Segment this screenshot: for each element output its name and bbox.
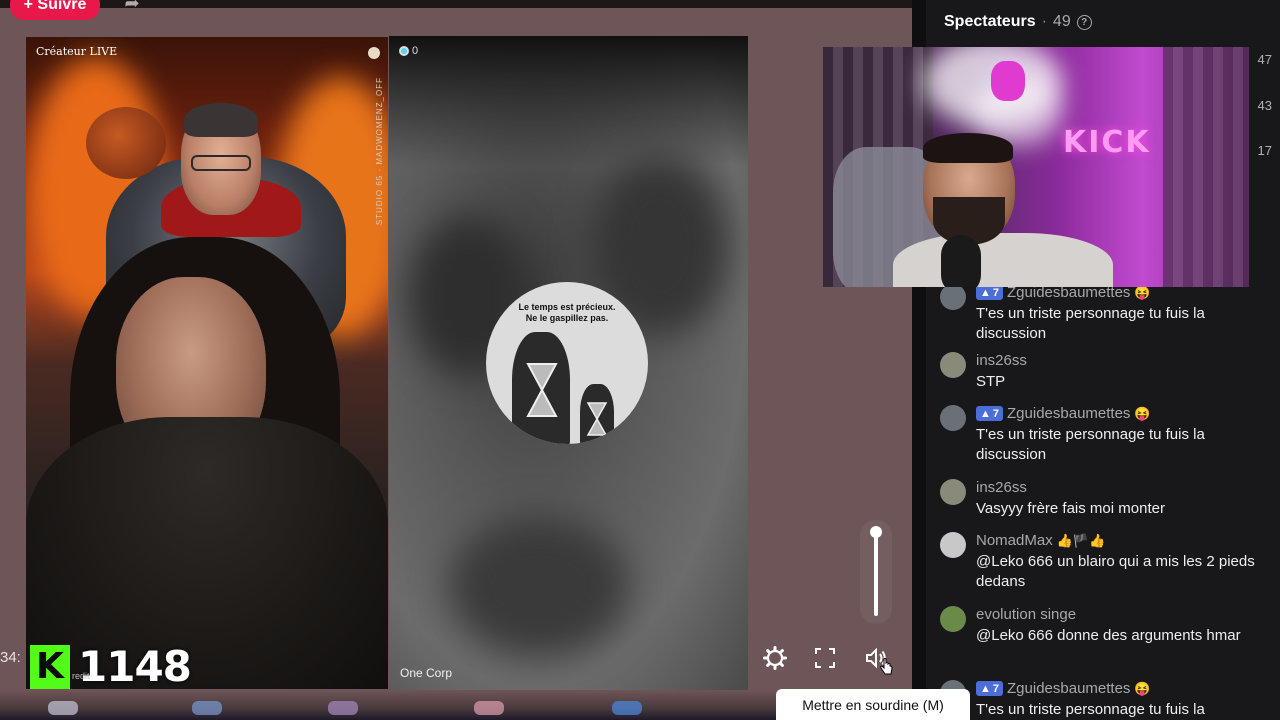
strip-thumbnail[interactable] [48,701,78,715]
side-number: 43 [1257,98,1272,113]
neon-figure [991,61,1025,101]
volume-slider[interactable] [860,520,892,624]
viewer-indicator: 0 [399,45,418,57]
chat-username[interactable]: ▲ 7 Zguidesbaumettes 😝 [976,680,1151,697]
help-icon[interactable]: ? [1076,14,1092,30]
spectators-title: Spectateurs [944,13,1036,30]
kick-caption: redit [72,671,90,681]
avatar-caption-line1: Le temps est précieux. [518,302,616,312]
blur-shape [449,516,629,656]
studio-watermark: STUDIO 65 · MADWOMENZ_OFF [375,77,384,226]
corner-badge-icon [368,47,380,59]
chat-text: @Leko 666 donne des arguments hmar [976,627,1241,644]
mid-stream-video[interactable]: 0 Le temps est précieux. Ne le gaspillez… [389,36,748,690]
avatar[interactable] [940,405,966,431]
live-dot-icon [399,46,409,56]
avatar[interactable] [940,606,966,632]
spectators-header: Spectateurs · 49 ? [944,13,1092,31]
avatar[interactable] [940,532,966,558]
kick-counter: K 1148 [30,642,192,691]
strip-thumbnail[interactable] [192,701,222,715]
avatar[interactable] [940,284,966,310]
creator-live-label: Créateur LIVE [36,45,118,58]
level-badge: ▲ 7 [976,681,1004,696]
chat-text: T'es un triste personnage tu fuis la dis… [976,426,1205,463]
chat-username[interactable]: evolution singe [976,606,1076,623]
hand-cursor-icon [880,658,893,675]
chat-text: Vasyyy frère fais moi monter [976,500,1165,517]
chat-username[interactable]: ins26ss [976,479,1027,496]
kick-count: 1148 [78,642,192,691]
avatar[interactable] [940,479,966,505]
kick-neon-sign: KICK [1063,125,1151,160]
microphone [941,235,981,287]
webcam-overlay[interactable]: KICK [823,47,1249,287]
chat-text: @Leko 666 un blairo qui a mis les 2 pied… [976,553,1255,590]
level-badge: ▲ 7 [976,406,1004,421]
volume-fill [874,530,878,616]
kick-logo-icon: K [30,644,70,689]
volume-knob[interactable] [870,526,882,538]
header-separator: · [1041,13,1047,30]
emoji: 👍🏴👍 [1056,532,1106,548]
streamer-name: One Corp [400,666,453,680]
chat-text: STP [976,373,1006,390]
hourglass-small-icon [586,402,608,436]
mute-tooltip: Mettre en sourdine (M) [776,689,970,720]
chat-text: T'es un triste personnage tu fuis la [976,701,1205,718]
emoji: 😝 [1134,405,1151,421]
gear-icon[interactable] [761,644,789,672]
level-badge: ▲ 7 [976,285,1004,300]
left-stream-video[interactable]: STUDIO 65 · MADWOMENZ_OFF Créateur LIVE [26,37,388,689]
streamer-shirt [893,233,1113,287]
strip-thumbnail[interactable] [612,701,642,715]
chat-username[interactable]: ▲ 7 Zguidesbaumettes 😝 [976,405,1151,422]
strip-thumbnail[interactable] [474,701,504,715]
fullscreen-icon[interactable] [811,644,839,672]
chat-username[interactable]: ins26ss [976,352,1027,369]
chat-text: T'es un triste personnage tu fuis la dis… [976,305,1205,342]
glasses [191,155,251,171]
streamer-avatar: Le temps est précieux. Ne le gaspillez p… [486,282,648,444]
curtain [1163,47,1249,287]
follow-button[interactable]: + Suivre [10,0,100,20]
avatar-caption: Le temps est précieux. Ne le gaspillez p… [486,302,648,324]
share-arrow-icon[interactable]: ➦ [118,0,146,16]
chat-username[interactable]: NomadMax 👍🏴👍 [976,532,1105,549]
strip-thumbnail[interactable] [328,701,358,715]
side-number: 47 [1257,52,1272,67]
timestamp: 34: [0,649,21,666]
viewer-count: 0 [412,45,419,57]
side-number: 17 [1257,143,1272,158]
hourglass-icon [526,363,558,417]
avatar-caption-line2: Ne le gaspillez pas. [525,313,609,323]
knight-hair [184,103,258,137]
streamer-hair [923,133,1013,163]
spectators-count: 49 [1052,13,1071,30]
emoji: 😝 [1134,680,1151,696]
roast-chicken [86,107,166,179]
avatar[interactable] [940,352,966,378]
